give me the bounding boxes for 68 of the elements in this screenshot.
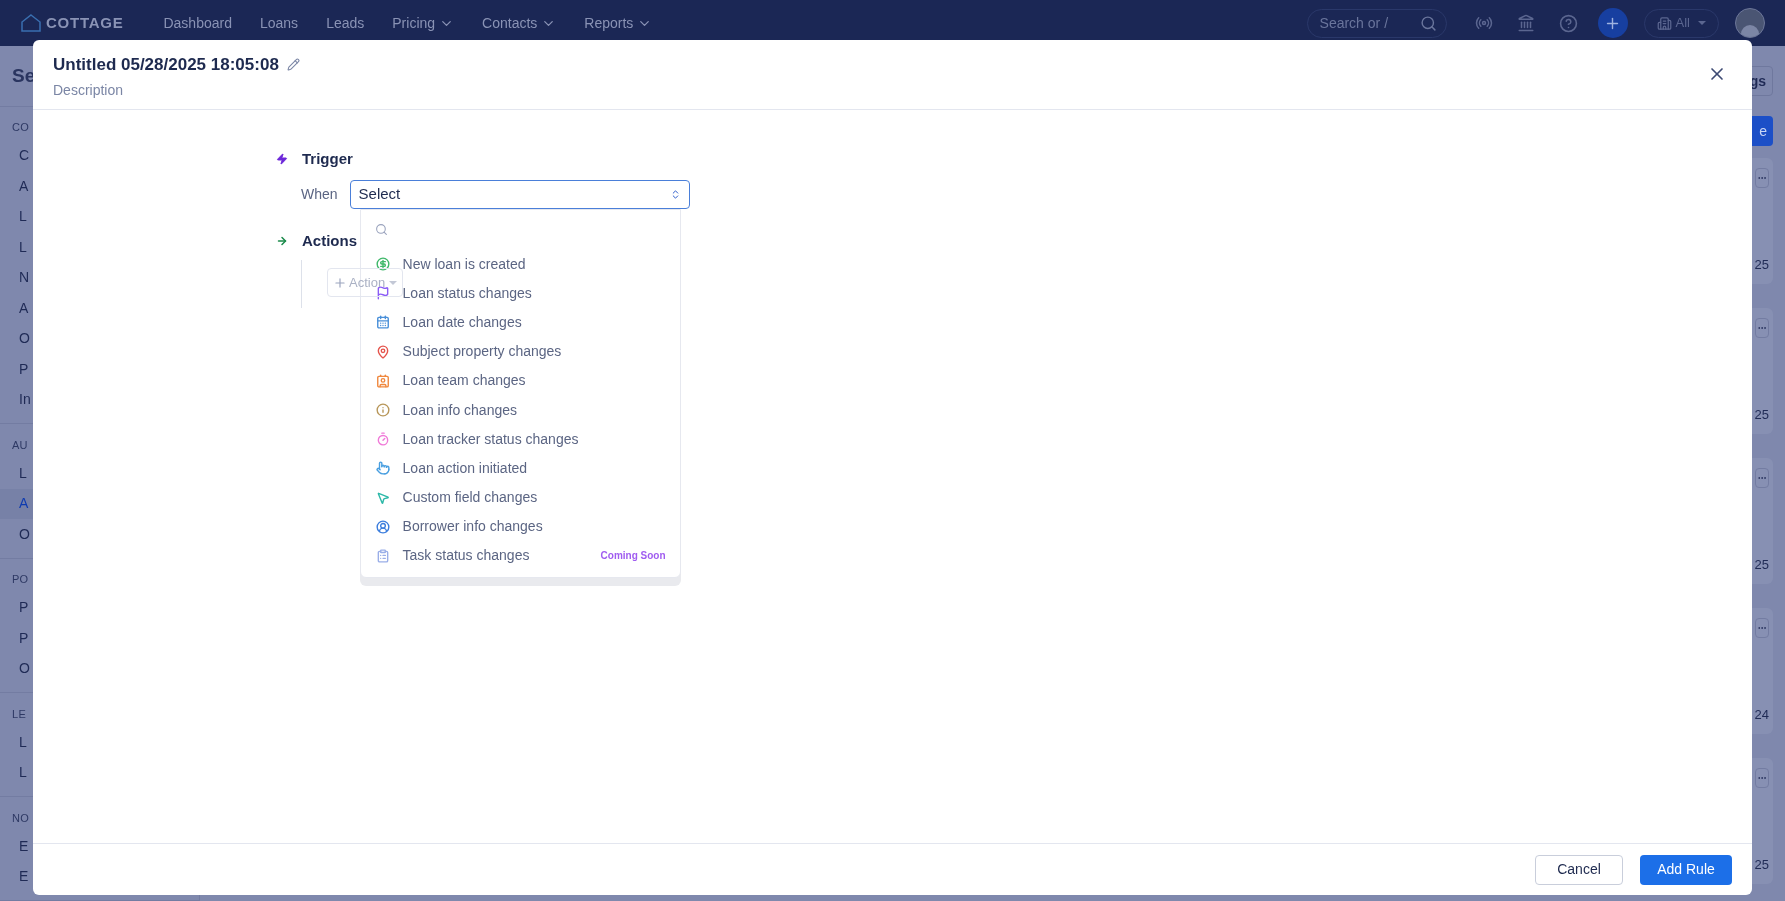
calendar-icon — [375, 315, 390, 330]
broadcast-icon[interactable] — [1474, 14, 1493, 32]
search-icon — [1419, 14, 1437, 32]
flag-icon — [375, 286, 390, 301]
sidebar-section-label: AU — [12, 437, 28, 453]
cursor-arrow-icon — [375, 490, 390, 505]
logo-icon — [20, 14, 42, 32]
pencil-icon[interactable] — [286, 58, 300, 72]
rule-title: Untitled 05/28/2025 18:05:08 — [53, 54, 279, 76]
arrow-right-icon — [276, 234, 288, 247]
card-date: 24 — [1754, 705, 1769, 724]
dropdown-option[interactable]: Subject property changes — [402, 341, 562, 363]
clipboard-icon — [375, 548, 390, 563]
section-heading: Actions — [302, 230, 357, 251]
dollar-circle-icon — [375, 257, 390, 272]
info-icon — [375, 403, 390, 418]
dropdown-option[interactable]: Custom field changes — [402, 487, 538, 509]
rule-description: Description — [53, 80, 125, 100]
more-button[interactable] — [1755, 318, 1769, 338]
map-pin-icon — [375, 344, 390, 359]
avatar[interactable] — [1735, 8, 1765, 38]
search-icon — [374, 223, 388, 236]
more-button[interactable] — [1755, 468, 1769, 488]
plus-icon — [333, 275, 347, 290]
card-date: 25 — [1754, 555, 1769, 574]
nav-link[interactable]: Leads — [326, 12, 365, 34]
coming-soon-label: Coming Soon — [600, 549, 666, 564]
dropdown-option[interactable]: New loan is created — [402, 253, 526, 275]
nav-link[interactable]: Contacts — [482, 12, 557, 34]
field-label: When — [301, 184, 338, 204]
page-title: Se — [12, 63, 36, 88]
card-date: 25 — [1754, 405, 1769, 424]
dropdown-option[interactable]: Loan tracker status changes — [402, 428, 579, 450]
search-field[interactable]: Search or / — [1306, 8, 1447, 38]
sidebar-section-label: LE — [12, 706, 26, 722]
dropdown-option[interactable]: Task status changes — [402, 545, 530, 567]
nav-link[interactable]: Loans — [259, 12, 299, 34]
add-button[interactable] — [1597, 8, 1628, 38]
cancel-button[interactable]: Cancel — [1535, 854, 1623, 885]
section-heading: Trigger — [302, 149, 353, 169]
contact-card-icon — [375, 373, 390, 388]
add-rule-button[interactable]: Add Rule — [1640, 854, 1732, 885]
help-icon[interactable] — [1558, 13, 1578, 33]
nav-link[interactable]: Dashboard — [163, 12, 232, 34]
dropdown-option[interactable]: Loan team changes — [402, 370, 526, 392]
card-date: 25 — [1754, 855, 1769, 874]
lightning-icon — [276, 153, 288, 166]
dropdown-option[interactable]: Loan date changes — [402, 311, 522, 333]
dropdown-option[interactable]: Loan info changes — [402, 399, 517, 421]
dropdown-option[interactable]: Loan status changes — [402, 282, 532, 304]
user-circle-icon — [375, 519, 390, 534]
sidebar-section-label: PO — [12, 572, 29, 588]
building-icon — [1656, 15, 1672, 31]
dropdown-option[interactable]: Borrower info changes — [402, 516, 543, 538]
more-button[interactable] — [1755, 618, 1769, 638]
pointing-hand-icon — [375, 461, 390, 476]
sidebar-section-label: NO — [12, 810, 30, 826]
dropdown-option[interactable]: Loan action initiated — [402, 457, 528, 479]
more-button[interactable] — [1755, 768, 1769, 788]
trigger-select[interactable]: Select — [349, 179, 690, 209]
stopwatch-icon — [375, 432, 390, 447]
nav-link[interactable]: Pricing — [392, 12, 455, 34]
card-date: 25 — [1754, 255, 1769, 274]
nav-link[interactable]: Reports — [584, 12, 653, 34]
more-button[interactable] — [1755, 168, 1769, 188]
logo-text[interactable]: COTTAGE — [46, 11, 124, 35]
bank-icon[interactable] — [1516, 14, 1535, 32]
sidebar-section-label: CO — [12, 120, 30, 136]
